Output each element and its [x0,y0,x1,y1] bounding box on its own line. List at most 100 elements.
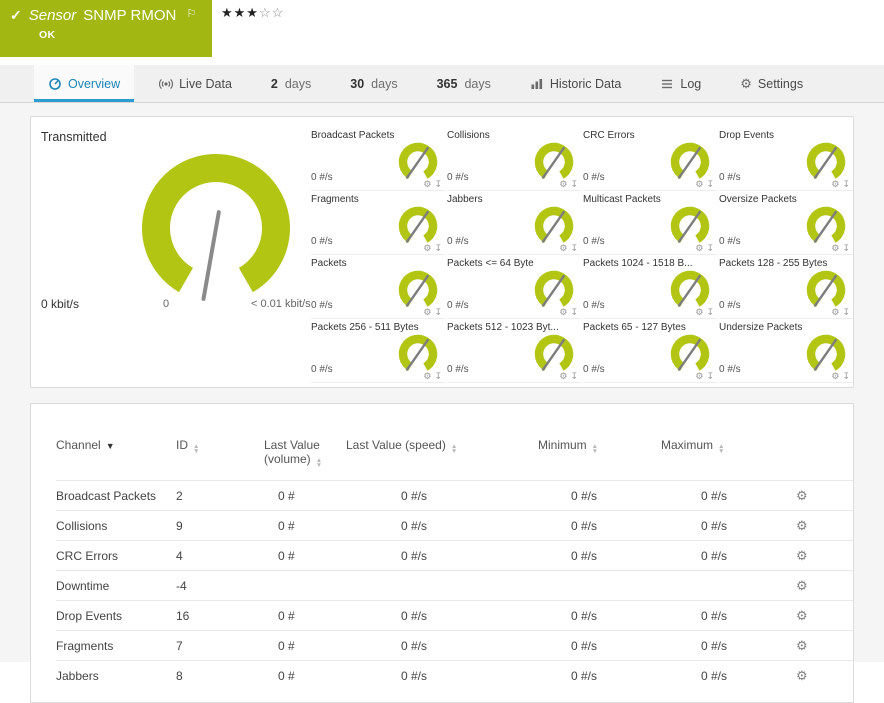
gear-icon[interactable]: ⚙ [781,548,808,564]
download-icon[interactable]: ↧ [706,307,714,318]
gear-icon[interactable]: ⚙ [559,243,567,254]
gauges-panel: Transmitted 0 kbit/s 0 < 0.01 kbit/s Bro… [30,116,854,388]
tab-settings[interactable]: ⚙ Settings [726,65,817,102]
mini-gauge-value: 0 #/s [447,364,469,375]
download-icon[interactable]: ↧ [570,179,578,190]
mini-gauge-cell[interactable]: Drop Events 0 #/s ⚙ ↧ [719,127,853,191]
gear-icon[interactable]: ⚙ [423,371,431,382]
tab-30-days[interactable]: 30 days [336,65,411,102]
channel-id: 16 [176,600,264,631]
download-icon[interactable]: ↧ [706,179,714,190]
gear-icon[interactable]: ⚙ [781,488,808,504]
download-icon[interactable]: ↧ [842,307,850,318]
mini-gauge-value: 0 #/s [447,300,469,311]
column-label: Minimum [538,438,587,452]
download-icon[interactable]: ↧ [570,243,578,254]
column-header-last-value-speed[interactable]: Last Value (speed) ▲ ▼ [346,438,538,481]
mini-gauge-cell[interactable]: Undersize Packets 0 #/s ⚙ ↧ [719,319,853,383]
minimum-value: 0 #/s [538,510,661,541]
mini-gauge-cell[interactable]: Broadcast Packets 0 #/s ⚙ ↧ [311,127,445,191]
column-header-maximum[interactable]: Maximum ▲ ▼ [661,438,781,481]
gear-icon[interactable]: ⚙ [781,608,808,624]
column-header-id[interactable]: ID ▲ ▼ [176,438,264,481]
download-icon[interactable]: ↧ [570,371,578,382]
channel-id: 7 [176,630,264,661]
last-value-speed: 0 #/s [346,510,538,541]
mini-gauge-cell[interactable]: Fragments 0 #/s ⚙ ↧ [311,191,445,255]
mini-gauge-cell[interactable]: Packets 512 - 1023 Byt... 0 #/s ⚙ ↧ [447,319,581,383]
mini-gauge-cell[interactable]: Packets 0 #/s ⚙ ↧ [311,255,445,319]
gear-icon[interactable]: ⚙ [559,307,567,318]
minimum-value: 0 #/s [538,480,661,511]
mini-gauge-cell[interactable]: Collisions 0 #/s ⚙ ↧ [447,127,581,191]
mini-gauge-cell[interactable]: CRC Errors 0 #/s ⚙ ↧ [583,127,717,191]
gear-icon[interactable]: ⚙ [831,371,839,382]
tab-number: 30 [350,76,365,91]
tab-label: days [284,76,312,91]
sort-icon: ▲ ▼ [315,457,323,469]
mini-gauge-cell[interactable]: Jabbers 0 #/s ⚙ ↧ [447,191,581,255]
download-icon[interactable]: ↧ [842,179,850,190]
gear-icon[interactable]: ⚙ [695,243,703,254]
download-icon[interactable]: ↧ [706,371,714,382]
gear-icon[interactable]: ⚙ [781,518,808,534]
tab-2-days[interactable]: 2 days [257,65,325,102]
gear-icon[interactable]: ⚙ [695,371,703,382]
mini-gauge-cell[interactable]: Oversize Packets 0 #/s ⚙ ↧ [719,191,853,255]
gear-icon: ⚙ [740,75,752,91]
maximum-value [661,570,781,601]
mini-gauge-value: 0 #/s [719,300,741,311]
gear-icon[interactable]: ⚙ [559,371,567,382]
sort-icon: ▲ ▼ [193,443,200,455]
page-header: ✓ Sensor SNMP RMON ⚐ OK ★★★☆☆ [0,0,884,57]
tab-overview[interactable]: Overview [34,65,135,102]
gear-icon[interactable]: ⚙ [781,638,808,654]
table-row: CRC Errors 4 0 # 0 #/s 0 #/s 0 #/s ⚙ [56,540,853,571]
stars-filled[interactable]: ★★★ [221,5,259,20]
download-icon[interactable]: ↧ [434,371,442,382]
gear-icon[interactable]: ⚙ [423,243,431,254]
tab-historic-data[interactable]: Historic Data [516,65,636,102]
last-value-speed: 0 #/s [346,540,538,571]
gear-icon[interactable]: ⚙ [831,179,839,190]
gear-icon[interactable]: ⚙ [781,668,808,684]
download-icon[interactable]: ↧ [706,243,714,254]
mini-gauge-cell[interactable]: Multicast Packets 0 #/s ⚙ ↧ [583,191,717,255]
gear-icon[interactable]: ⚙ [423,307,431,318]
channel-id: 2 [176,480,264,511]
column-header-channel[interactable]: Channel ▼ [56,438,176,481]
gear-icon[interactable]: ⚙ [831,243,839,254]
gear-icon[interactable]: ⚙ [695,179,703,190]
column-header-last-value-volume[interactable]: Last Value (volume) ▲ ▼ [264,438,346,481]
download-icon[interactable]: ↧ [434,307,442,318]
tab-live-data[interactable]: Live Data [145,65,246,102]
download-icon[interactable]: ↧ [434,243,442,254]
tab-label: Settings [757,76,804,91]
tab-log[interactable]: Log [646,65,715,102]
flag-icon[interactable]: ⚐ [186,7,196,20]
gear-icon[interactable]: ⚙ [423,179,431,190]
stars-empty[interactable]: ☆☆ [259,5,284,20]
priority-stars[interactable]: ★★★☆☆ [221,5,284,21]
mini-gauge-cell[interactable]: Packets 128 - 255 Bytes 0 #/s ⚙ ↧ [719,255,853,319]
channel-name: Broadcast Packets [56,480,176,511]
mini-gauge-cell[interactable]: Packets <= 64 Byte 0 #/s ⚙ ↧ [447,255,581,319]
main-gauge-scale-min: 0 [163,298,170,310]
channel-name: Collisions [56,510,176,541]
column-header-minimum[interactable]: Minimum ▲ ▼ [538,438,661,481]
mini-gauge-cell[interactable]: Packets 65 - 127 Bytes 0 #/s ⚙ ↧ [583,319,717,383]
gear-icon[interactable]: ⚙ [695,307,703,318]
minimum-value: 0 #/s [538,660,661,690]
tab-365-days[interactable]: 365 days [423,65,505,102]
last-value-volume: 0 # [264,660,346,690]
gear-icon[interactable]: ⚙ [781,578,808,594]
gear-icon[interactable]: ⚙ [559,179,567,190]
gear-icon[interactable]: ⚙ [831,307,839,318]
download-icon[interactable]: ↧ [434,179,442,190]
download-icon[interactable]: ↧ [842,371,850,382]
channels-panel: Channel ▼ ID ▲ ▼ Last Value (volume) ▲ ▼ Last… [30,403,854,703]
download-icon[interactable]: ↧ [842,243,850,254]
download-icon[interactable]: ↧ [570,307,578,318]
mini-gauge-cell[interactable]: Packets 1024 - 1518 B... 0 #/s ⚙ ↧ [583,255,717,319]
mini-gauge-cell[interactable]: Packets 256 - 511 Bytes 0 #/s ⚙ ↧ [311,319,445,383]
